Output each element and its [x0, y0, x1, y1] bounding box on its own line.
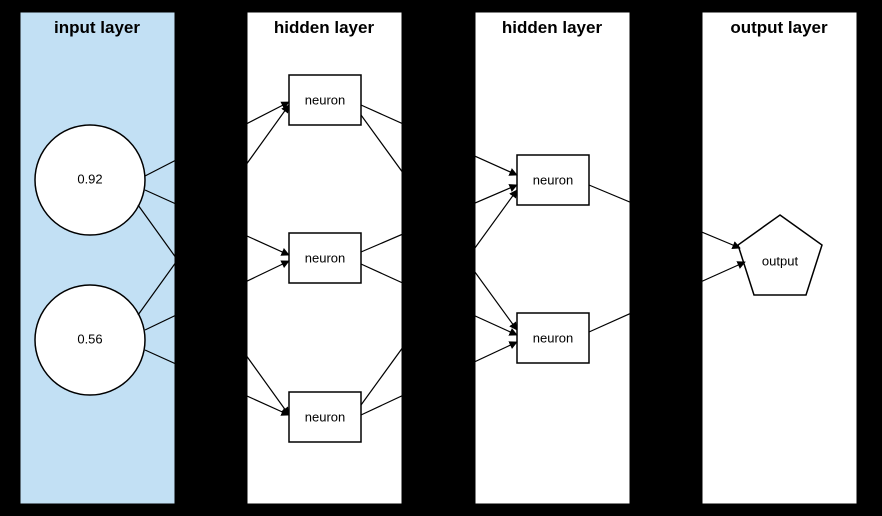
input-node-0-value: 0.92 [77, 171, 102, 186]
hidden-layer-1-title: hidden layer [274, 18, 375, 37]
hidden1-node-0-label: neuron [305, 92, 345, 107]
hidden-layer-2-title: hidden layer [502, 18, 603, 37]
hidden1-node-2-label: neuron [305, 409, 345, 424]
input-layer-title: input layer [54, 18, 140, 37]
hidden1-node-1-label: neuron [305, 250, 345, 265]
hidden2-node-1-label: neuron [533, 330, 573, 345]
input-layer-panel [20, 12, 175, 504]
hidden2-node-0-label: neuron [533, 172, 573, 187]
hidden-layer-2-panel [475, 12, 630, 504]
output-node-label: output [762, 253, 799, 268]
output-layer-title: output layer [730, 18, 828, 37]
input-node-1-value: 0.56 [77, 331, 102, 346]
